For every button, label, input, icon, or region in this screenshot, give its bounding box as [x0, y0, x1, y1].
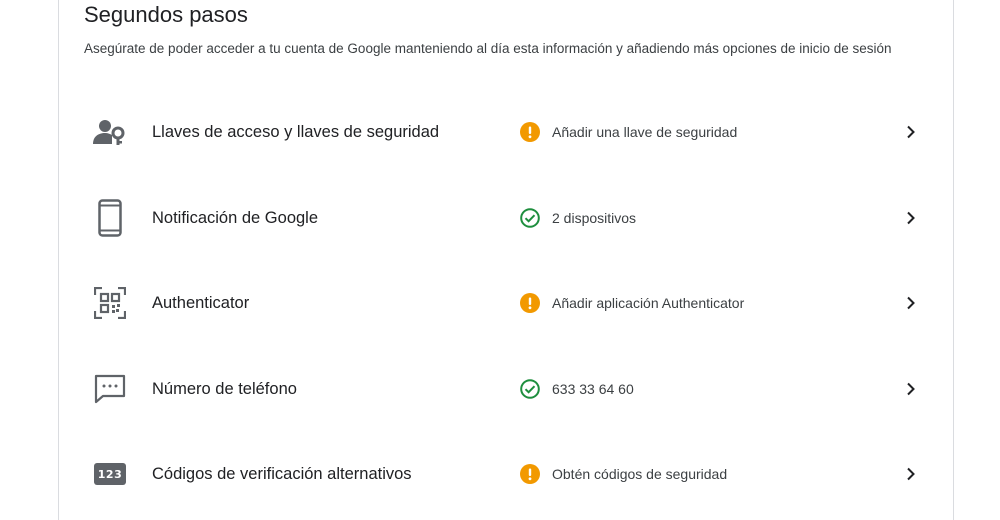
status-text: 2 dispositivos [552, 210, 637, 226]
section-title: Segundos pasos [84, 2, 248, 27]
warning-icon [520, 122, 540, 142]
row-label: Llaves de acceso y llaves de seguridad [152, 122, 440, 141]
row-google-prompt[interactable]: Notificación de Google 2 dispositivos [58, 175, 952, 261]
sms-icon [92, 346, 128, 432]
status-text: 633 33 64 60 [552, 381, 634, 397]
chevron-right-icon[interactable] [904, 431, 918, 517]
check-circle-icon [520, 379, 540, 399]
row-authenticator[interactable]: Authenticator Añadir aplicación Authenti… [58, 260, 952, 346]
chevron-right-icon[interactable] [904, 260, 918, 346]
person-key-icon [92, 89, 128, 175]
row-label: Notificación de Google [152, 208, 319, 227]
chevron-right-icon[interactable] [904, 175, 918, 261]
warning-icon [520, 293, 540, 313]
chevron-right-icon[interactable] [904, 89, 918, 175]
status-text: Obtén códigos de seguridad [552, 466, 728, 482]
row-status: 633 33 64 60 [520, 346, 634, 432]
row-phone-number[interactable]: Número de teléfono 633 33 64 60 [58, 346, 952, 432]
status-text: Añadir una llave de seguridad [552, 124, 738, 140]
chevron-right-icon[interactable] [904, 346, 918, 432]
row-label: Authenticator [152, 293, 250, 312]
qr-code-icon [92, 260, 128, 346]
row-status: Obtén códigos de seguridad [520, 431, 727, 517]
section-description: Asegúrate de poder acceder a tu cuenta d… [84, 41, 892, 56]
backup-codes-icon: 123 [92, 431, 128, 517]
row-status: Añadir aplicación Authenticator [520, 260, 744, 346]
row-status: 2 dispositivos [520, 175, 636, 261]
row-label: Códigos de verificación alternativos [152, 464, 412, 483]
status-text: Añadir aplicación Authenticator [552, 295, 745, 311]
row-label: Número de teléfono [152, 379, 297, 398]
row-passkeys[interactable]: Llaves de acceso y llaves de seguridad A… [58, 89, 952, 175]
phone-icon [92, 175, 128, 261]
warning-icon [520, 464, 540, 484]
row-status: Añadir una llave de seguridad [520, 89, 737, 175]
backup-codes-icon-text: 123 [94, 463, 126, 485]
row-backup-codes[interactable]: 123 Códigos de verificación alternativos… [58, 431, 952, 517]
check-circle-icon [520, 208, 540, 228]
